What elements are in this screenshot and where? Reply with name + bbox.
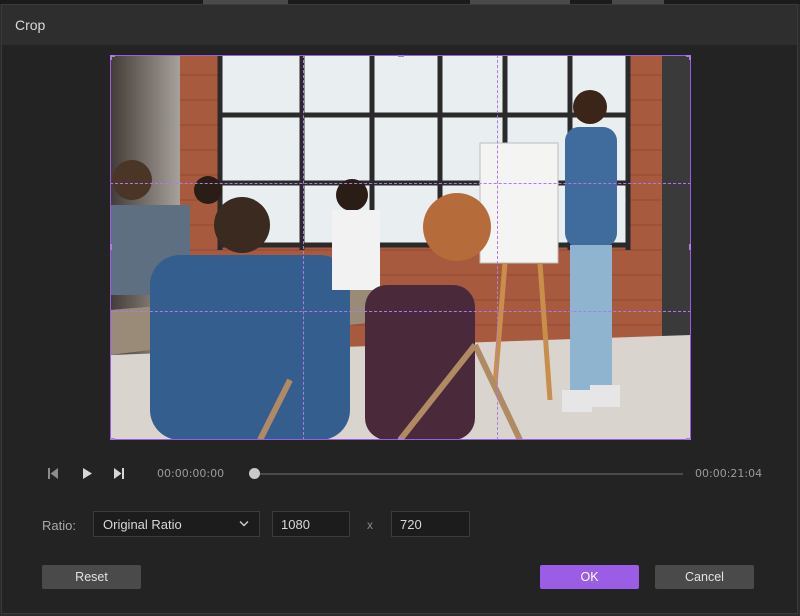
crop-guide-horizontal-2 — [110, 311, 691, 312]
chevron-down-icon — [239, 521, 249, 527]
skip-back-button[interactable] — [42, 462, 64, 484]
skip-back-icon — [48, 468, 58, 479]
crop-guide-vertical-1 — [303, 55, 304, 440]
crop-guide-horizontal-1 — [110, 183, 691, 184]
play-button[interactable] — [76, 462, 98, 484]
reset-button[interactable]: Reset — [42, 565, 141, 589]
dialog-title: Crop — [15, 17, 46, 33]
crop-handle-bottom[interactable] — [398, 438, 404, 440]
height-value: 720 — [400, 517, 422, 532]
timeline-playhead[interactable] — [249, 468, 260, 479]
skip-forward-button[interactable] — [108, 462, 130, 484]
height-input[interactable]: 720 — [391, 511, 470, 537]
video-preview[interactable] — [110, 55, 691, 440]
crop-handle-bottom-right[interactable] — [686, 438, 691, 440]
title-bar: Crop — [2, 5, 797, 45]
ok-button[interactable]: OK — [540, 565, 639, 589]
total-time: 00:00:21:04 — [695, 467, 763, 480]
crop-handle-left[interactable] — [110, 244, 112, 250]
ratio-select-value: Original Ratio — [103, 517, 182, 532]
crop-handle-right[interactable] — [689, 244, 691, 250]
width-input[interactable]: 1080 — [272, 511, 350, 537]
playback-controls: 00:00:00:00 00:00:21:04 — [0, 462, 800, 492]
cancel-button[interactable]: Cancel — [655, 565, 754, 589]
dimension-separator: x — [367, 518, 373, 532]
crop-handle-top-right-v — [689, 55, 691, 60]
ratio-select[interactable]: Original Ratio — [93, 511, 260, 537]
crop-handle-bottom-left[interactable] — [110, 438, 115, 440]
timeline-track[interactable] — [255, 473, 683, 475]
skip-forward-icon — [114, 468, 124, 479]
ratio-label: Ratio: — [42, 518, 76, 533]
preview-frame-image — [110, 55, 691, 440]
play-icon — [83, 468, 92, 479]
width-value: 1080 — [281, 517, 310, 532]
crop-guide-vertical-2 — [497, 55, 498, 440]
crop-handle-top-left-v — [110, 55, 112, 60]
current-time: 00:00:00:00 — [157, 467, 225, 480]
crop-handle-top[interactable] — [398, 55, 404, 57]
